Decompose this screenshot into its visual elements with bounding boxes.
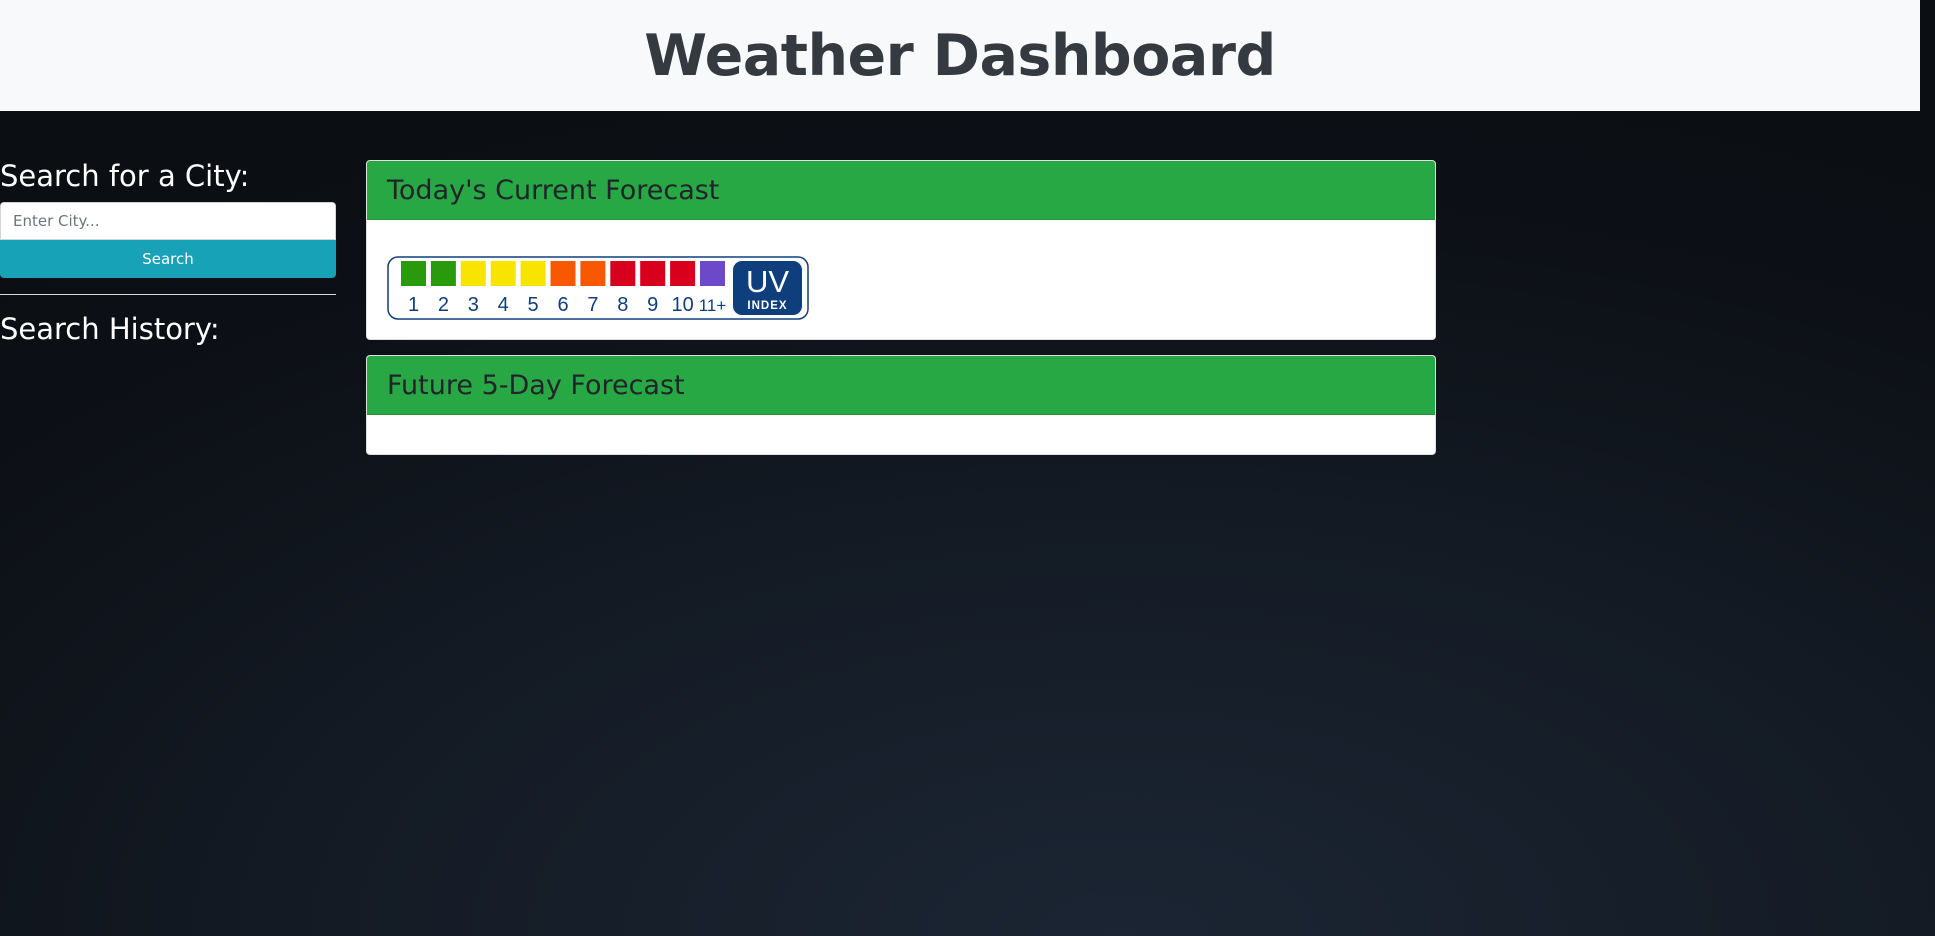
uv-badge-text: UV [746,264,789,299]
uv-level-label-8: 8 [617,294,628,316]
future-forecast-header: Future 5-Day Forecast [367,356,1435,415]
today-forecast-header: Today's Current Forecast [367,161,1435,220]
uv-level-swatch-9 [640,261,666,286]
search-button[interactable]: Search [0,240,336,279]
page-header: Weather Dashboard [0,0,1920,111]
uv-level-swatch-7 [580,261,606,286]
uv-level-label-7: 7 [587,294,598,316]
uv-level-swatch-3 [460,261,486,286]
page-title: Weather Dashboard [644,22,1276,89]
uv-level-swatch-6 [550,261,576,286]
future-forecast-title: Future 5-Day Forecast [387,369,685,401]
uv-level-swatch-10 [670,261,696,286]
uv-index-scale-image: 1 2 3 4 5 6 7 8 9 10 11+ UV INDEX [387,256,809,320]
city-search-input[interactable] [0,202,336,241]
uv-level-swatch-2 [430,261,456,286]
search-heading: Search for a City: [0,159,250,193]
today-forecast-body: 1 2 3 4 5 6 7 8 9 10 11+ UV INDEX [367,220,1435,320]
uv-level-label-10: 10 [671,294,693,316]
uv-level-swatch-5 [520,261,546,286]
future-forecast-card: Future 5-Day Forecast [366,355,1436,455]
uv-level-label-6: 6 [557,294,568,316]
uv-level-swatch-4 [490,261,516,286]
uv-badge-subtext: INDEX [747,300,787,312]
uv-level-label-1: 1 [408,294,419,316]
uv-level-label-9: 9 [647,294,658,316]
uv-level-label-11: 11+ [699,296,727,315]
uv-level-swatch-11 [700,261,725,286]
uv-level-swatch-8 [610,261,636,286]
uv-level-label-3: 3 [468,294,479,316]
sidebar: Search for a City: Search Search History… [0,159,336,347]
sidebar-divider [0,294,336,296]
uv-level-swatch-1 [401,261,426,286]
today-forecast-card: Today's Current Forecast 1 2 3 4 5 6 7 8 9 10 11+ … [366,160,1436,340]
uv-level-label-2: 2 [438,294,449,316]
today-forecast-title: Today's Current Forecast [387,174,720,206]
search-history-heading: Search History: [0,312,220,347]
uv-level-label-5: 5 [528,294,539,316]
uv-level-label-4: 4 [498,294,509,316]
